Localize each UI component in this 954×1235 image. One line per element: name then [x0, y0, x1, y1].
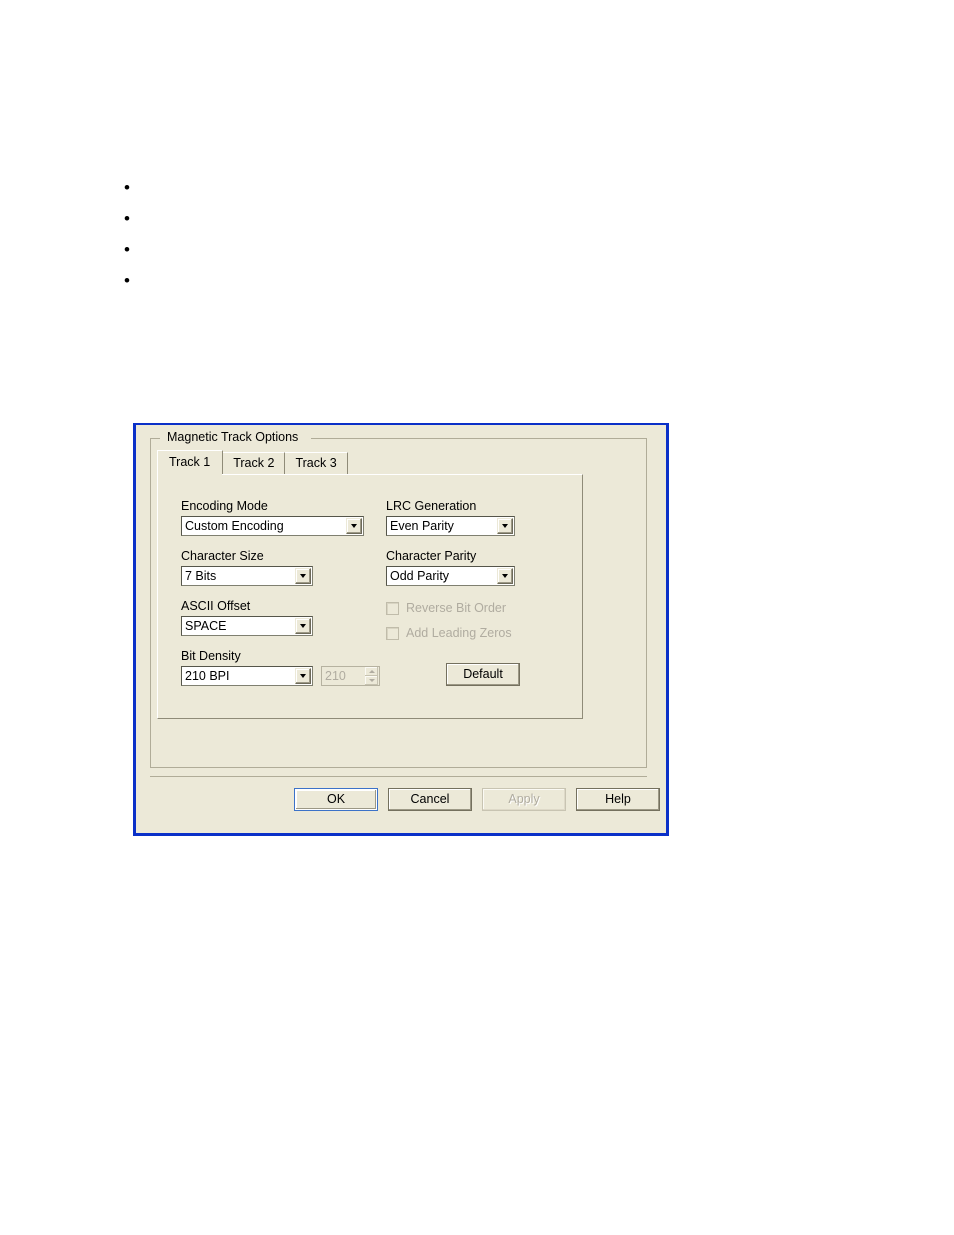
tab-track-3[interactable]: Track 3 [284, 452, 348, 474]
default-button[interactable]: Default [446, 663, 520, 686]
chevron-down-icon[interactable] [497, 518, 513, 534]
chevron-down-icon[interactable] [346, 518, 362, 534]
character-size-label: Character Size [181, 549, 264, 563]
dialog-client-area: Magnetic Track Options Track 1 Track 2 T… [136, 425, 666, 833]
groupbox-title: Magnetic Track Options [163, 430, 303, 444]
ascii-offset-combo[interactable]: SPACE [181, 616, 313, 636]
checkbox-icon [386, 626, 399, 640]
track-tabstrip[interactable]: Track 1 Track 2 Track 3 [157, 450, 348, 475]
add-leading-zeros-label: Add Leading Zeros [406, 626, 512, 640]
tab-track-1[interactable]: Track 1 [157, 450, 224, 475]
page-bullet-list [112, 172, 672, 296]
chevron-down-icon[interactable] [295, 618, 311, 634]
ascii-offset-value: SPACE [185, 619, 227, 633]
reverse-bit-order-label: Reverse Bit Order [406, 601, 507, 615]
character-parity-label: Character Parity [386, 549, 477, 563]
spinner-down-icon [365, 676, 378, 685]
track-1-tabpage: Encoding Mode Custom Encoding Character … [157, 474, 583, 719]
bpi-value: 210 [325, 669, 346, 683]
help-button[interactable]: Help [576, 788, 660, 811]
magnetic-track-options-dialog: Magnetic Track Options Track 1 Track 2 T… [133, 423, 669, 836]
reverse-bit-order-checkbox-row: Reverse Bit Order [386, 600, 506, 616]
character-size-value: 7 Bits [185, 569, 217, 583]
spinner-up-icon [365, 667, 378, 676]
chevron-down-icon[interactable] [295, 568, 311, 584]
encoding-mode-combo[interactable]: Custom Encoding [181, 516, 364, 536]
apply-button: Apply [482, 788, 566, 811]
bit-density-label: Bit Density [181, 649, 241, 663]
ok-button[interactable]: OK [294, 788, 378, 811]
lrc-generation-label: LRC Generation [386, 499, 477, 513]
list-item [112, 265, 672, 296]
chevron-down-icon[interactable] [497, 568, 513, 584]
list-item [112, 234, 672, 265]
tab-track-2[interactable]: Track 2 [222, 452, 286, 474]
bpi-value-spinner: 210 [321, 666, 380, 686]
character-parity-value: Odd Parity [390, 569, 450, 583]
character-size-combo[interactable]: 7 Bits [181, 566, 313, 586]
bit-density-value: 210 BPI [185, 669, 230, 683]
bit-density-combo[interactable]: 210 BPI [181, 666, 313, 686]
spinner-buttons [365, 667, 378, 685]
chevron-down-icon[interactable] [295, 668, 311, 684]
lrc-generation-combo[interactable]: Even Parity [386, 516, 515, 536]
lrc-generation-value: Even Parity [390, 519, 454, 533]
dialog-separator [150, 776, 647, 777]
list-item [112, 203, 672, 234]
encoding-mode-label: Encoding Mode [181, 499, 268, 513]
cancel-button[interactable]: Cancel [388, 788, 472, 811]
ascii-offset-label: ASCII Offset [181, 599, 251, 613]
add-leading-zeros-checkbox-row: Add Leading Zeros [386, 625, 512, 641]
encoding-mode-value: Custom Encoding [185, 519, 284, 533]
list-item [112, 172, 672, 203]
character-parity-combo[interactable]: Odd Parity [386, 566, 515, 586]
checkbox-icon [386, 601, 399, 615]
